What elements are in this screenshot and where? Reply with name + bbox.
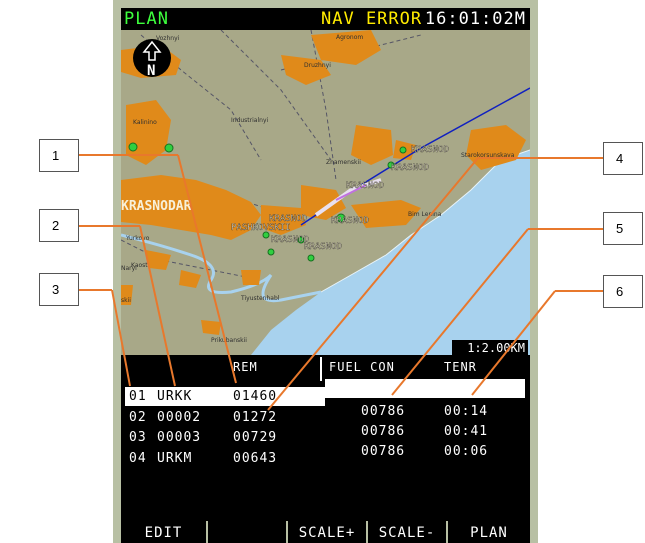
callout-leaders xyxy=(79,154,603,411)
callout-2: 2 xyxy=(39,209,79,242)
callout-5: 5 xyxy=(603,212,643,245)
callout-1: 1 xyxy=(39,139,79,172)
callout-3: 3 xyxy=(39,273,79,306)
callout-6: 6 xyxy=(603,275,643,308)
callout-4: 4 xyxy=(603,142,643,175)
